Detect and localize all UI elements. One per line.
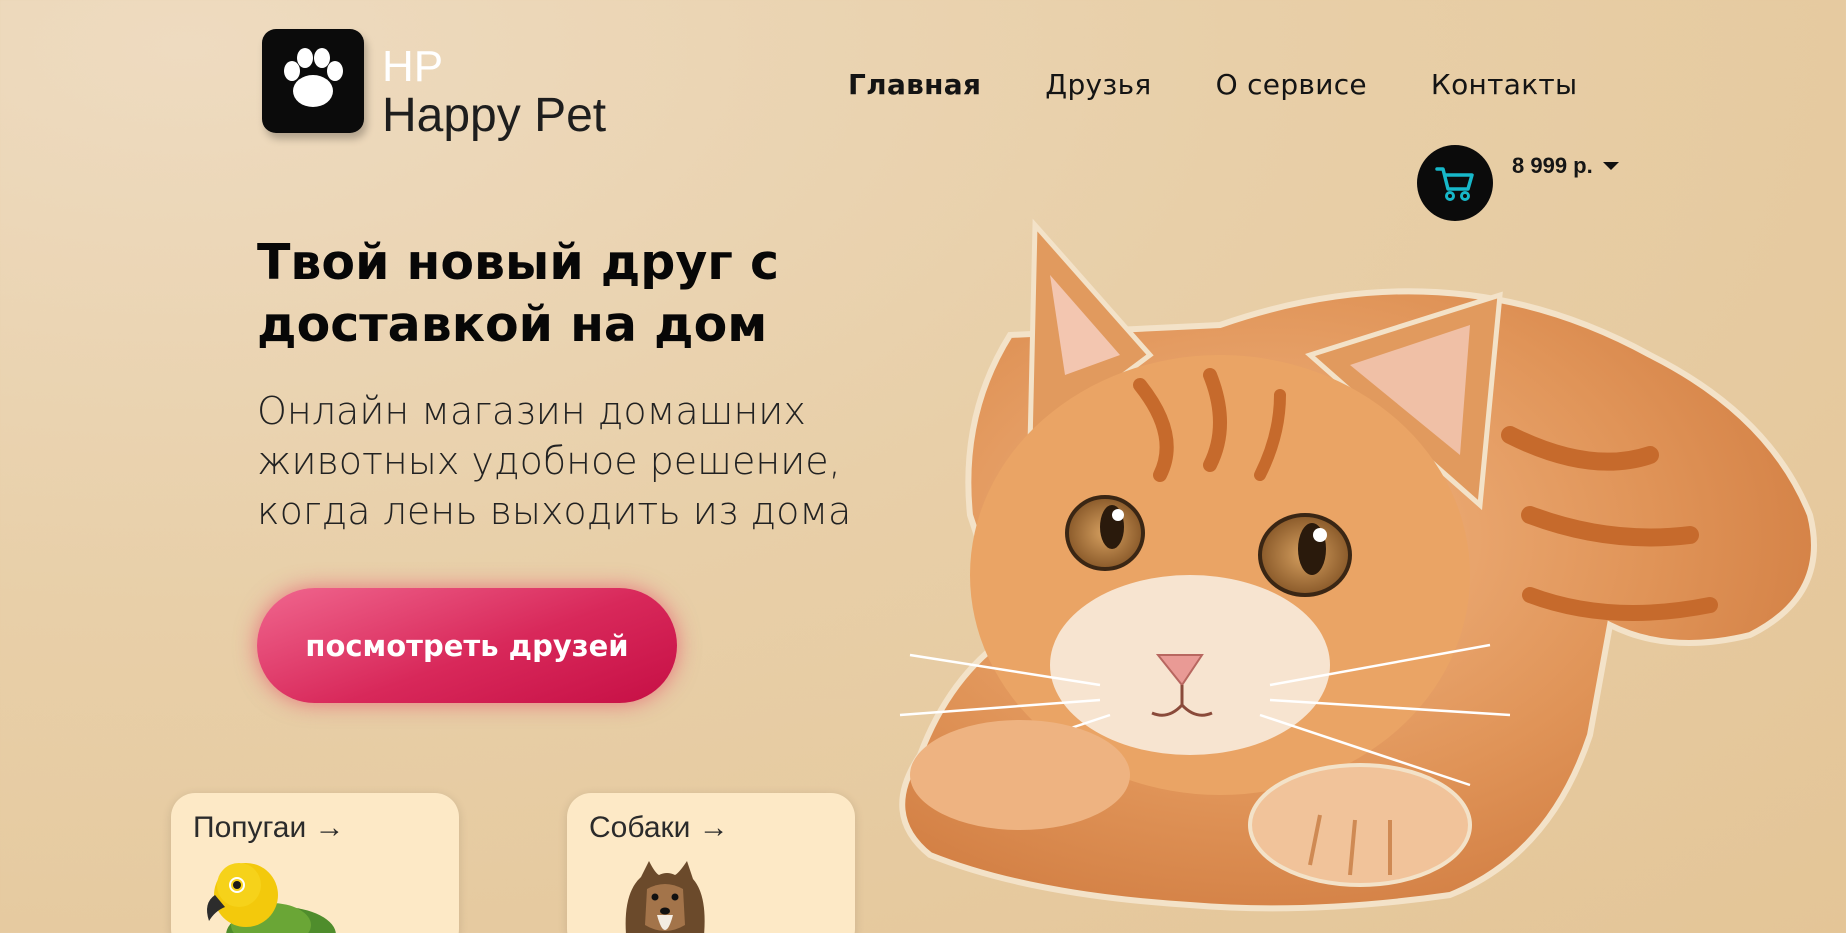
cat-image [899,218,1817,912]
cart-icon [1435,167,1474,201]
parrot-image [207,863,336,933]
nav-item-about[interactable]: О сервисе [1216,68,1367,101]
paw-icon [262,29,364,133]
hero-subtitle: Онлайн магазин домашних животных удобное… [257,386,897,536]
hero-title: Твой новый друг с доставкой на дом [257,232,897,356]
category-card-parrots[interactable]: Попугаи → [171,793,459,933]
hero-subtitle-line: когда лень выходить из дома [257,489,852,533]
category-label: Собаки → [589,811,729,844]
dog-image [625,861,705,933]
nav-item-friends[interactable]: Друзья [1045,68,1151,101]
category-card-dogs[interactable]: Собаки → [567,793,855,933]
logo-short: HP [382,42,444,91]
cart-total: 8 999 р. [1512,153,1593,178]
logo-name: Happy Pet [382,89,607,142]
hero-subtitle-line: Онлайн магазин домашних [257,389,806,433]
logo[interactable]: HP Happy Pet [262,29,606,141]
nav-item-contacts[interactable]: Контакты [1431,68,1578,101]
main-nav: Главная Друзья О сервисе Контакты [848,68,1577,101]
hero-title-line: доставкой на дом [257,296,768,353]
view-friends-button[interactable]: посмотреть друзей [257,588,677,703]
hero-title-line: Твой новый друг с [257,234,780,291]
chevron-down-icon [1602,162,1619,170]
hero-subtitle-line: животных удобное решение, [257,439,841,483]
category-label: Попугаи → [193,811,345,844]
nav-item-home[interactable]: Главная [848,68,981,101]
cart-total-dropdown[interactable]: 8 999 р. [1512,153,1619,179]
cart-button[interactable] [1417,145,1493,221]
